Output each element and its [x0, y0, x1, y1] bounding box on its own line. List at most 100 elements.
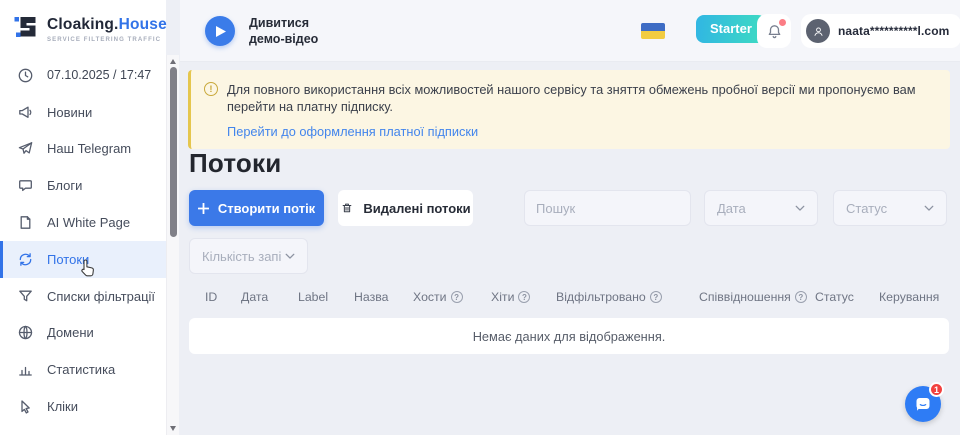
- col-name: Назва: [354, 290, 413, 304]
- sidebar-item-telegram[interactable]: Наш Telegram: [0, 131, 166, 168]
- col-date: Дата: [241, 290, 298, 304]
- chat-unread-badge: 1: [929, 382, 944, 397]
- play-icon: [216, 26, 226, 37]
- person-icon: [812, 25, 825, 38]
- plan-badge[interactable]: Starter: [696, 15, 766, 43]
- col-hosts: Хости?: [413, 290, 491, 304]
- empty-state-row: Немає даних для відображення.: [189, 318, 949, 354]
- avatar: [806, 19, 830, 43]
- col-id: ID: [205, 290, 241, 304]
- sidebar-item-label: Блоги: [47, 178, 82, 193]
- flag-yellow-stripe: [641, 31, 665, 39]
- sidebar-item-label: Кліки: [47, 399, 78, 414]
- sync-icon: [17, 251, 34, 268]
- sidebar-datetime: 07.10.2025 / 17:47: [0, 57, 166, 94]
- sidebar: Cloaking.House SERVICE FILTERING TRAFFIC…: [0, 0, 166, 435]
- sidebar-item-domains[interactable]: Домени: [0, 315, 166, 352]
- bar-chart-icon: [17, 361, 34, 378]
- help-icon[interactable]: ?: [650, 291, 662, 303]
- streams-table-header: ID Дата Label Назва Хости? Хіти? Відфіль…: [189, 290, 949, 304]
- col-hits: Хіти?: [491, 290, 556, 304]
- globe-icon: [17, 324, 34, 341]
- create-stream-button[interactable]: Створити потік: [189, 190, 324, 226]
- empty-state-text: Немає даних для відображення.: [473, 329, 666, 344]
- demo-video-label[interactable]: Дивитися демо-відео: [249, 15, 337, 47]
- col-ratio: Співвідношення?: [699, 290, 815, 304]
- logo[interactable]: Cloaking.House SERVICE FILTERING TRAFFIC: [0, 0, 166, 45]
- brand-dark: Cloaking.: [47, 16, 119, 33]
- banner-text: Для повного використання всіх можливосте…: [227, 81, 930, 115]
- sidebar-item-label: Списки фільтрації: [47, 289, 155, 304]
- deleted-streams-label: Видалені потоки: [363, 201, 470, 216]
- col-status: Статус: [815, 290, 879, 304]
- deleted-streams-button[interactable]: Видалені потоки: [338, 190, 473, 226]
- sidebar-item-label: Новини: [47, 105, 92, 120]
- page-icon: [17, 214, 34, 231]
- sidebar-datetime-label: 07.10.2025 / 17:47: [47, 68, 151, 82]
- app-root: Cloaking.House SERVICE FILTERING TRAFFIC…: [0, 0, 960, 435]
- date-filter-label: Дата: [717, 201, 746, 216]
- demo-video-play-button[interactable]: [205, 16, 235, 46]
- date-filter-select[interactable]: Дата: [704, 190, 818, 226]
- sidebar-scrollbar[interactable]: [166, 55, 179, 435]
- col-filtered: Відфільтровано?: [556, 290, 699, 304]
- notification-dot: [779, 19, 786, 26]
- sidebar-item-blogs[interactable]: Блоги: [0, 167, 166, 204]
- per-page-select[interactable]: Кількість запі: [189, 238, 308, 274]
- sidebar-item-label: Статистика: [47, 362, 115, 377]
- chevron-down-icon: [795, 205, 805, 212]
- megaphone-icon: [17, 104, 34, 121]
- support-chat-button[interactable]: 1: [905, 386, 941, 422]
- per-page-label: Кількість запі: [202, 249, 281, 264]
- notifications-button[interactable]: [757, 14, 791, 48]
- page-title: Потоки: [189, 148, 281, 179]
- col-actions: Керування: [879, 290, 939, 304]
- scroll-down-arrow[interactable]: [170, 426, 176, 431]
- warning-icon: !: [204, 82, 218, 96]
- trash-icon: [340, 201, 354, 215]
- chat-bubble-icon: [914, 395, 932, 413]
- sidebar-item-filter-lists[interactable]: Списки фільтрації: [0, 278, 166, 315]
- create-stream-label: Створити потік: [218, 201, 315, 216]
- sidebar-item-clicks[interactable]: Кліки: [0, 388, 166, 425]
- top-header: Дивитися демо-відео Starter naata*******…: [180, 0, 960, 62]
- help-icon[interactable]: ?: [795, 291, 807, 303]
- clock-icon: [17, 67, 34, 84]
- telegram-icon: [17, 140, 34, 157]
- sidebar-item-statistics[interactable]: Статистика: [0, 351, 166, 388]
- flag-blue-stripe: [641, 23, 665, 31]
- search-field: [524, 190, 691, 226]
- scrollbar-thumb[interactable]: [170, 67, 177, 237]
- sidebar-item-streams[interactable]: Потоки: [0, 241, 166, 278]
- chat-icon: [17, 177, 34, 194]
- logo-text: Cloaking.House SERVICE FILTERING TRAFFIC: [47, 16, 167, 43]
- logo-mark-icon: [13, 14, 39, 45]
- plus-icon: [198, 203, 209, 214]
- funnel-icon: [17, 288, 34, 305]
- status-filter-select[interactable]: Статус: [833, 190, 947, 226]
- brand-accent: House: [119, 16, 167, 33]
- sidebar-item-label: Домени: [47, 325, 94, 340]
- sidebar-item-ai-white-page[interactable]: AI White Page: [0, 204, 166, 241]
- scroll-up-arrow[interactable]: [170, 59, 176, 64]
- logo-tagline: SERVICE FILTERING TRAFFIC: [47, 36, 167, 43]
- col-label: Label: [298, 290, 354, 304]
- trial-warning-banner: ! Для повного використання всіх можливос…: [188, 70, 950, 149]
- sidebar-item-news[interactable]: Новини: [0, 94, 166, 131]
- cursor-icon: [17, 398, 34, 415]
- user-account-button[interactable]: naata**********l.com: [801, 14, 960, 48]
- search-input[interactable]: [536, 201, 712, 216]
- sidebar-item-label: Наш Telegram: [47, 141, 131, 156]
- language-flag-ukraine[interactable]: [641, 23, 665, 39]
- user-email: naata**********l.com: [838, 24, 949, 38]
- help-icon[interactable]: ?: [451, 291, 463, 303]
- sidebar-item-label: Потоки: [47, 252, 89, 267]
- upgrade-subscription-link[interactable]: Перейти до оформлення платної підписки: [227, 124, 930, 139]
- sidebar-item-label: AI White Page: [47, 215, 130, 230]
- help-icon[interactable]: ?: [518, 291, 530, 303]
- sidebar-nav: 07.10.2025 / 17:47 Новини Наш Telegram Б…: [0, 57, 166, 425]
- status-filter-label: Статус: [846, 201, 887, 216]
- chevron-down-icon: [285, 253, 295, 260]
- main-content: ! Для повного використання всіх можливос…: [180, 62, 960, 435]
- chevron-down-icon: [924, 205, 934, 212]
